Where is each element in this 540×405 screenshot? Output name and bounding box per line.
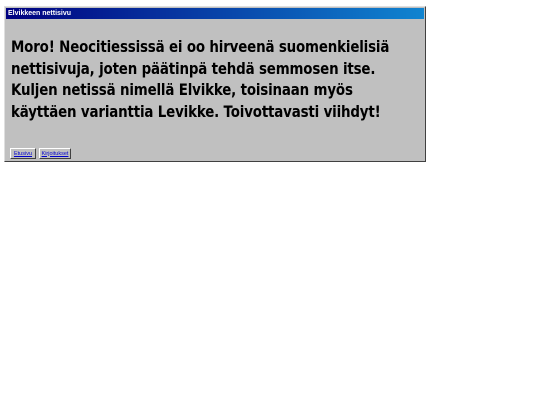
etusivu-button[interactable]: Etusivu xyxy=(10,148,36,159)
kirjoitukset-button[interactable]: Kirjoitukset xyxy=(39,148,71,159)
nav-buttons: Etusivu Kirjoitukset xyxy=(10,148,71,159)
window-title: Elvikkeen nettisivu xyxy=(8,10,72,17)
window-titlebar[interactable]: Elvikkeen nettisivu xyxy=(6,8,424,19)
main-window: Elvikkeen nettisivu Moro! Neocitiessissä… xyxy=(4,6,426,162)
intro-text: Moro! Neocitiessissä ei oo hirveenä suom… xyxy=(11,38,390,121)
